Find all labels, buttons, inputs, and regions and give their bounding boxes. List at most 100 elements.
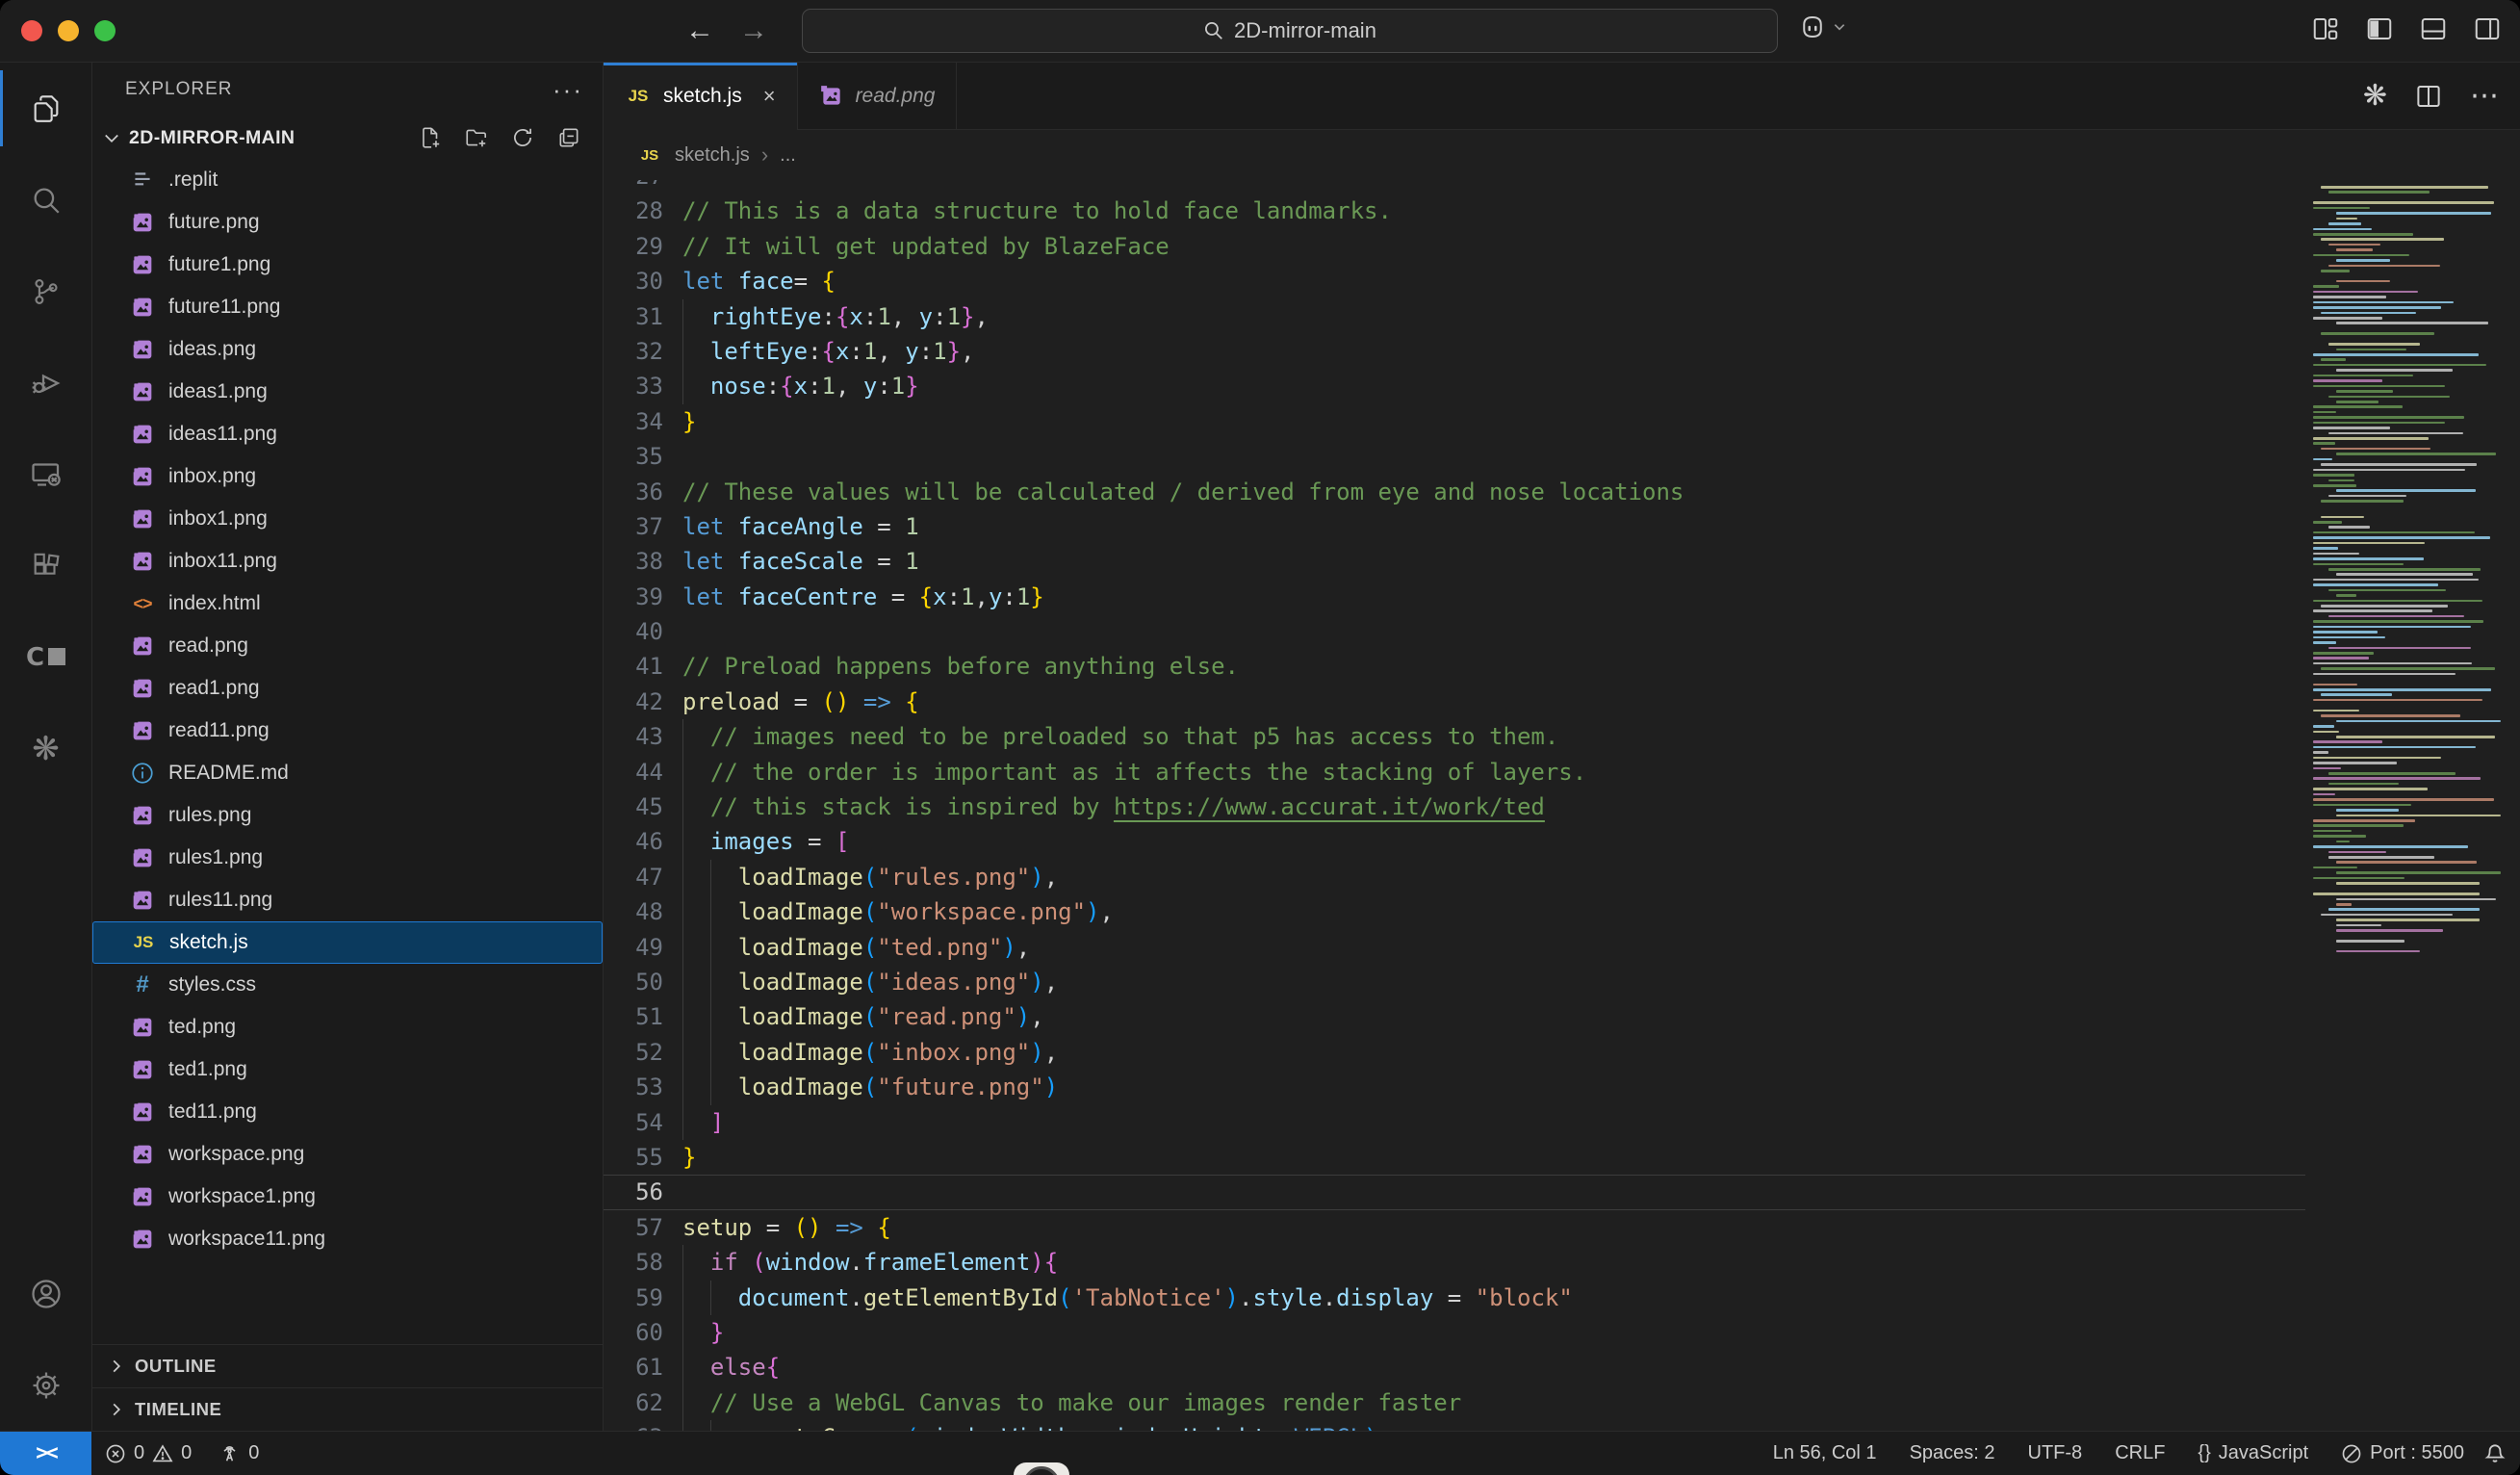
file-item-future-png[interactable]: future.png [92,201,603,244]
file-item-index-html[interactable]: <>index.html [92,582,603,625]
outline-panel-header[interactable]: OUTLINE [92,1344,603,1387]
ports-status[interactable]: 0 [205,1442,272,1464]
cursor-position[interactable]: Ln 56, Col 1 [1760,1442,1890,1464]
activity-extensions[interactable] [0,520,91,611]
copilot-menu[interactable] [1798,13,1846,41]
encoding[interactable]: UTF-8 [2015,1442,2096,1464]
file-item-rules11-png[interactable]: rules11.png [92,879,603,921]
file-item-styles-css[interactable]: #styles.css [92,964,603,1006]
file-item-inbox1-png[interactable]: inbox1.png [92,498,603,540]
split-editor-icon[interactable] [2414,82,2443,111]
code-line-62[interactable]: 62 // Use a WebGL Canvas to make our ima… [604,1385,2305,1420]
activity-explorer[interactable] [0,63,91,154]
code-line-29[interactable]: 29// It will get updated by BlazeFace [604,229,2305,264]
code-editor[interactable]: 2728// This is a data structure to hold … [604,180,2305,1431]
file-item-workspace11-png[interactable]: workspace11.png [92,1218,603,1260]
timeline-panel-header[interactable]: TIMELINE [92,1387,603,1431]
tab-read-png[interactable]: read.png [798,63,958,129]
code-line-28[interactable]: 28// This is a data structure to hold fa… [604,194,2305,228]
close-window-button[interactable] [21,20,42,41]
file-item-read-png[interactable]: read.png [92,625,603,667]
forward-icon[interactable]: → [739,14,768,47]
code-line-56[interactable]: 56 [604,1175,2305,1209]
code-line-59[interactable]: 59 document.getElementById('TabNotice').… [604,1281,2305,1315]
code-line-63[interactable]: 63 createCanvas(windowWidth, windowHeigh… [604,1420,2305,1431]
code-line-35[interactable]: 35 [604,439,2305,474]
file-item-ideas-png[interactable]: ideas.png [92,328,603,371]
language-mode[interactable]: {} JavaScript [2184,1442,2322,1464]
minimize-window-button[interactable] [58,20,79,41]
code-line-32[interactable]: 32 leftEye:{x:1, y:1}, [604,334,2305,369]
zoom-window-button[interactable] [94,20,116,41]
code-line-40[interactable]: 40 [604,614,2305,649]
minimap[interactable] [2305,180,2520,1431]
tab-sketch-js[interactable]: JS sketch.js × [604,63,798,130]
file-item--replit[interactable]: .replit [92,159,603,201]
code-line-42[interactable]: 42preload = () => { [604,685,2305,719]
code-line-31[interactable]: 31 rightEye:{x:1, y:1}, [604,299,2305,334]
code-line-33[interactable]: 33 nose:{x:1, y:1} [604,369,2305,403]
code-line-58[interactable]: 58 if (window.frameElement){ [604,1245,2305,1280]
code-line-39[interactable]: 39let faceCentre = {x:1,y:1} [604,580,2305,614]
code-line-44[interactable]: 44 // the order is important as it affec… [604,755,2305,789]
indentation[interactable]: Spaces: 2 [1896,1442,2009,1464]
code-line-47[interactable]: 47 loadImage("rules.png"), [604,860,2305,894]
file-item-ted11-png[interactable]: ted11.png [92,1091,603,1133]
activity-search[interactable] [0,154,91,246]
code-line-51[interactable]: 51 loadImage("read.png"), [604,999,2305,1034]
live-server-port[interactable]: Port : 5500 [2327,1442,2478,1464]
file-item-ideas11-png[interactable]: ideas11.png [92,413,603,455]
code-line-50[interactable]: 50 loadImage("ideas.png"), [604,965,2305,999]
toggle-panel-icon[interactable] [2418,14,2449,43]
activity-remote-explorer[interactable] [0,428,91,520]
code-line-54[interactable]: 54 ] [604,1105,2305,1140]
code-line-49[interactable]: 49 loadImage("ted.png"), [604,930,2305,965]
activity-run-debug[interactable] [0,337,91,428]
refresh-icon[interactable] [510,125,535,150]
file-item-future1-png[interactable]: future1.png [92,244,603,286]
accounts-button[interactable] [0,1248,91,1339]
code-line-46[interactable]: 46 images = [ [604,824,2305,859]
breadcrumb-item-symbol[interactable]: ... [780,144,796,167]
file-item-read11-png[interactable]: read11.png [92,710,603,752]
code-line-37[interactable]: 37let faceAngle = 1 [604,509,2305,544]
code-line-45[interactable]: 45 // this stack is inspired by https://… [604,789,2305,824]
code-line-27[interactable]: 27 [604,180,2305,194]
activity-openai[interactable]: ❋ [0,703,91,794]
file-item-future11-png[interactable]: future11.png [92,286,603,328]
code-line-55[interactable]: 55} [604,1140,2305,1175]
file-item-inbox-png[interactable]: inbox.png [92,455,603,498]
file-item-ted1-png[interactable]: ted1.png [92,1048,603,1091]
file-item-readme-md[interactable]: README.md [92,752,603,794]
code-line-53[interactable]: 53 loadImage("future.png") [604,1070,2305,1104]
activity-source-control[interactable] [0,246,91,337]
toggle-primary-sidebar-icon[interactable] [2364,14,2395,43]
bell-icon[interactable] [2483,1442,2507,1465]
problems-status[interactable]: 0 0 [91,1442,205,1464]
dock-app-icon[interactable] [1014,1462,1069,1475]
remote-indicator[interactable]: >< [0,1432,91,1475]
file-item-rules-png[interactable]: rules.png [92,794,603,837]
file-item-rules1-png[interactable]: rules1.png [92,837,603,879]
activity-c-extension[interactable]: C [0,611,91,703]
new-folder-icon[interactable] [464,125,489,150]
file-item-workspace1-png[interactable]: workspace1.png [92,1176,603,1218]
code-line-48[interactable]: 48 loadImage("workspace.png"), [604,894,2305,929]
file-item-read1-png[interactable]: read1.png [92,667,603,710]
eol-sequence[interactable]: CRLF [2101,1442,2178,1464]
back-icon[interactable]: ← [685,14,714,47]
file-item-ideas1-png[interactable]: ideas1.png [92,371,603,413]
new-file-icon[interactable] [418,125,443,150]
code-line-43[interactable]: 43 // images need to be preloaded so tha… [604,719,2305,754]
more-actions-icon[interactable]: ⋯ [2470,79,2501,113]
code-line-36[interactable]: 36// These values will be calculated / d… [604,475,2305,509]
toggle-secondary-sidebar-icon[interactable] [2472,14,2503,43]
explorer-more-actions-icon[interactable]: ··· [553,75,583,105]
close-tab-icon[interactable]: × [763,84,776,109]
file-item-inbox11-png[interactable]: inbox11.png [92,540,603,582]
folder-section-header[interactable]: 2D-MIRROR-MAIN [92,116,603,159]
code-line-52[interactable]: 52 loadImage("inbox.png"), [604,1035,2305,1070]
settings-button[interactable] [0,1339,91,1431]
code-line-61[interactable]: 61 else{ [604,1350,2305,1384]
openai-icon[interactable]: ❋ [2363,82,2387,111]
